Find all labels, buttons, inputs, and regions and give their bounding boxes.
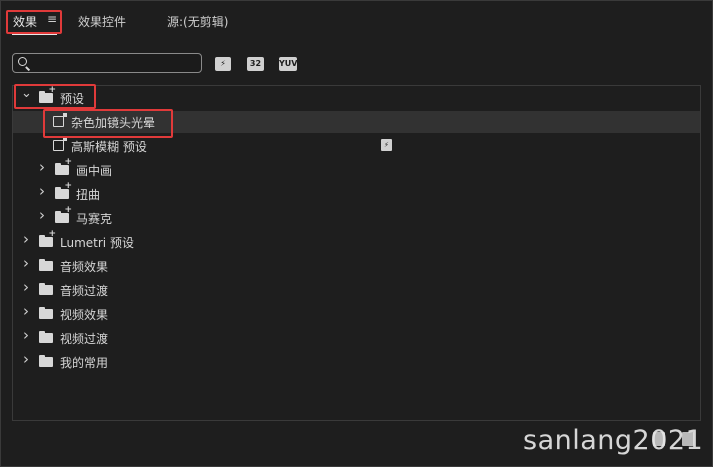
tree-row-label: 高斯模糊 预设 [71,140,147,154]
preset-icon [53,137,67,151]
preset-bin-icon [55,182,72,199]
tree-row[interactable]: › 音频效果 [13,255,700,277]
tree-row[interactable]: › 马赛克 [13,206,700,229]
yuv-effects-icon[interactable]: YUV [279,57,297,71]
preset-icon [53,113,67,127]
tree-row-label: 视频效果 [60,308,109,322]
search-input[interactable] [37,55,197,71]
chevron-right-icon[interactable]: › [37,160,47,175]
32bit-color-icon[interactable]: 32 [247,57,264,71]
search-box[interactable] [12,53,202,73]
tree-row[interactable]: › 扭曲 [13,182,700,205]
folder-icon [39,331,53,343]
effects-tree: ⌄ 预设杂色加镜头光晕高斯模糊 预设 ⚡ › 画中画 › 扭曲 › 马赛克 › Lumetri 预设… [12,85,701,421]
tree-row-label: 扭曲 [76,188,101,202]
tree-row[interactable]: › 视频效果 [13,303,700,325]
folder-icon [39,307,53,319]
tab-source[interactable]: 源:(无剪辑) [167,13,228,30]
folder-icon [39,259,53,271]
tree-row[interactable]: › 画中画 [13,158,700,181]
tree-row-label: Lumetri 预设 [60,236,134,250]
accelerated-badge-icon: ⚡ [381,139,392,151]
tree-row-label: 音频效果 [60,260,109,274]
tree-row-label: 视频过渡 [60,332,109,346]
chevron-right-icon[interactable]: › [21,328,31,343]
chevron-right-icon[interactable]: › [37,184,47,199]
panel-menu-icon[interactable]: ≡ [47,12,57,26]
tree-row-label: 预设 [60,92,85,106]
preset-bin-icon [39,230,56,247]
preset-bin-icon [55,206,72,223]
active-tab-underline [12,33,57,35]
chevron-down-icon[interactable]: ⌄ [21,87,32,100]
folder-icon [39,355,53,367]
folder-icon [39,283,53,295]
effects-panel: 效果 ≡ 效果控件 源:(无剪辑) ⚡ 32 YUV ⌄预设杂色加镜头光晕高斯模… [0,0,713,467]
tab-effect-controls[interactable]: 效果控件 [78,13,126,30]
tree-row[interactable]: 杂色加镜头光晕 [13,111,700,133]
preset-bin-icon [39,86,56,103]
chevron-right-icon[interactable]: › [21,352,31,367]
chevron-right-icon[interactable]: › [21,232,31,247]
tree-row[interactable]: ⌄ 预设 [13,86,700,109]
tree-row[interactable]: › Lumetri 预设 [13,230,700,253]
tree-row[interactable]: › 我的常用 [13,351,700,373]
tree-row[interactable]: › 音频过渡 [13,279,700,301]
tree-row[interactable]: 高斯模糊 预设 ⚡ [13,135,700,157]
tree-row-label: 音频过渡 [60,284,109,298]
chevron-right-icon[interactable]: › [37,208,47,223]
chevron-right-icon[interactable]: › [21,304,31,319]
panel-tabs: 效果 ≡ 效果控件 源:(无剪辑) [1,1,712,41]
tab-effects[interactable]: 效果 [13,13,37,30]
tree-row[interactable]: › 视频过渡 [13,327,700,349]
watermark: sanlang2021 [523,425,704,456]
tree-row-label: 马赛克 [76,212,113,226]
accelerated-effects-icon[interactable]: ⚡ [215,57,231,71]
search-icon [18,57,27,66]
tree-row-label: 杂色加镜头光晕 [71,116,156,130]
chevron-right-icon[interactable]: › [21,280,31,295]
preset-bin-icon [55,158,72,175]
chevron-right-icon[interactable]: › [21,256,31,271]
tree-row-label: 我的常用 [60,356,109,370]
tree-row-label: 画中画 [76,164,113,178]
